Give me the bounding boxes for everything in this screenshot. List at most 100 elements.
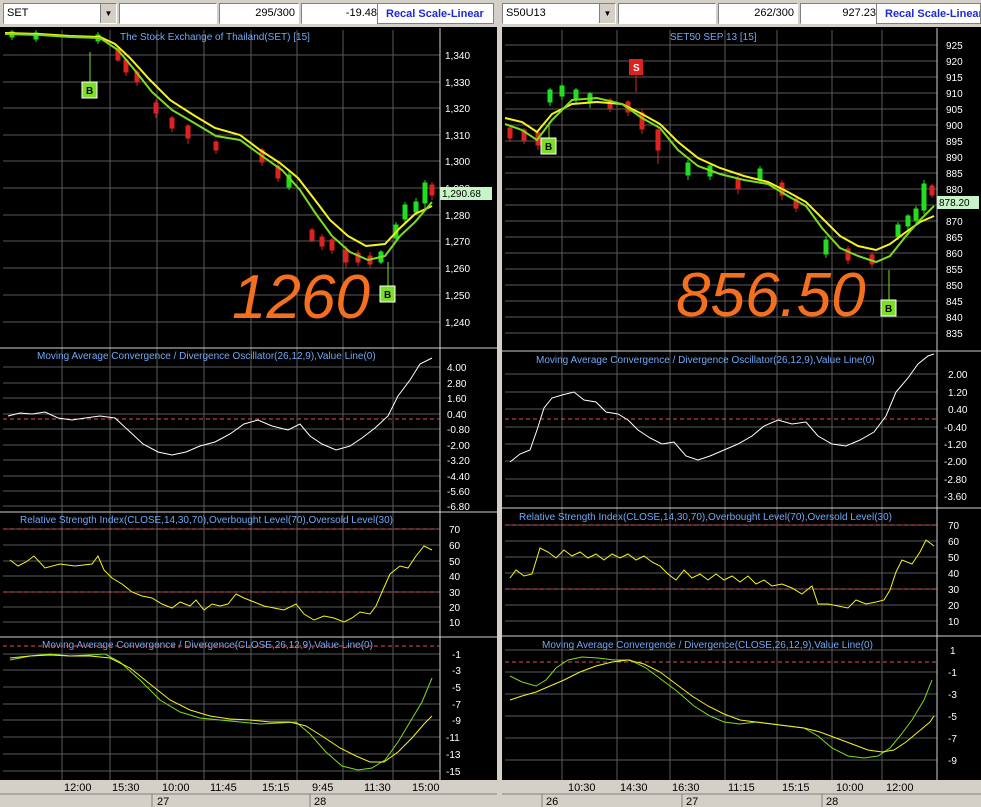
buy-marker-label: B [545, 142, 552, 153]
slow-ma-line [4, 32, 433, 248]
svg-text:-1: -1 [452, 650, 461, 661]
svg-text:-3: -3 [452, 666, 461, 677]
svg-text:14:30: 14:30 [620, 782, 648, 794]
macd-oscillator-y-axis: 2.00 1.20 0.40 -0.40 -1.20 -2.00 -2.80 -… [944, 370, 968, 503]
svg-text:28: 28 [314, 796, 326, 807]
grid-lines [3, 30, 440, 780]
svg-text:40: 40 [948, 569, 960, 580]
sell-marker[interactable]: S [629, 59, 643, 92]
svg-text:-3: -3 [948, 690, 957, 701]
svg-text:-15: -15 [446, 767, 461, 778]
svg-text:50: 50 [948, 553, 960, 564]
svg-text:855: 855 [946, 265, 963, 276]
svg-text:880: 880 [946, 185, 963, 196]
svg-text:1.20: 1.20 [948, 388, 968, 399]
svg-text:12:00: 12:00 [886, 782, 914, 794]
macd-oscillator-title: Moving Average Convergence / Divergence … [37, 351, 376, 362]
svg-text:-2.00: -2.00 [447, 441, 470, 452]
svg-text:1,240: 1,240 [445, 318, 470, 329]
svg-text:0.40: 0.40 [948, 405, 968, 416]
svg-text:2.80: 2.80 [447, 379, 467, 390]
svg-text:27: 27 [686, 796, 698, 807]
svg-text:-9: -9 [948, 756, 957, 767]
svg-text:0.40: 0.40 [447, 410, 467, 421]
svg-text:50: 50 [449, 557, 461, 568]
macd-oscillator-title: Moving Average Convergence / Divergence … [536, 355, 875, 366]
svg-text:4.00: 4.00 [447, 363, 467, 374]
svg-text:890: 890 [946, 153, 963, 164]
buy-marker-label: B [885, 304, 892, 315]
svg-text:-2.00: -2.00 [944, 457, 967, 468]
svg-text:865: 865 [946, 233, 963, 244]
buy-marker[interactable]: B [540, 122, 557, 155]
svg-text:1,260: 1,260 [445, 264, 470, 275]
svg-text:1,310: 1,310 [445, 131, 470, 142]
chart-window-s50u13[interactable]: S50U13 ▼ 262/300 927.23 Recal Scale-Line… [502, 0, 981, 807]
price-panel-title: SET50 SEP 13 [15] [670, 32, 757, 43]
svg-text:915: 915 [946, 73, 963, 84]
svg-text:20: 20 [948, 601, 960, 612]
big-price-annotation: 1260 [232, 263, 370, 332]
macd-panel-title: Moving Average Convergence / Divergence(… [542, 640, 873, 651]
svg-text:20: 20 [449, 603, 461, 614]
buy-marker[interactable]: B [81, 52, 98, 99]
sell-marker-label: S [633, 63, 640, 74]
svg-text:15:15: 15:15 [262, 782, 290, 794]
svg-text:-0.40: -0.40 [944, 423, 967, 434]
last-price-value: 1,290.68 [442, 189, 481, 200]
svg-text:920: 920 [946, 57, 963, 68]
svg-text:16:30: 16:30 [672, 782, 700, 794]
svg-text:-5: -5 [948, 712, 957, 723]
svg-text:-5: -5 [452, 683, 461, 694]
svg-text:10: 10 [449, 618, 461, 629]
svg-text:10: 10 [948, 617, 960, 628]
svg-text:28: 28 [826, 796, 838, 807]
svg-text:1.60: 1.60 [447, 394, 467, 405]
svg-text:-2.80: -2.80 [944, 475, 967, 486]
svg-text:30: 30 [948, 585, 960, 596]
macd-oscillator-line [7, 357, 433, 456]
svg-text:-7: -7 [452, 700, 461, 711]
svg-text:900: 900 [946, 121, 963, 132]
macd-signal-line [9, 654, 433, 763]
svg-text:845: 845 [946, 297, 963, 308]
svg-text:1,330: 1,330 [445, 78, 470, 89]
svg-text:15:00: 15:00 [412, 782, 440, 794]
rsi-line [9, 545, 433, 623]
buy-marker[interactable]: B [880, 270, 897, 317]
buy-marker-label: B [384, 290, 391, 301]
chart-window-set[interactable]: SET ▼ 295/300 -19.48 Recal Scale-Linear … [0, 0, 497, 807]
big-price-annotation: 856.50 [676, 261, 866, 330]
rsi-y-axis: 70 60 50 40 30 20 10 [449, 525, 461, 629]
svg-text:850: 850 [946, 281, 963, 292]
svg-text:10:00: 10:00 [162, 782, 190, 794]
svg-text:-1.20: -1.20 [944, 440, 967, 451]
svg-text:1,280: 1,280 [445, 211, 470, 222]
svg-text:15:30: 15:30 [112, 782, 140, 794]
svg-text:860: 860 [946, 249, 963, 260]
svg-text:27: 27 [157, 796, 169, 807]
svg-text:1,270: 1,270 [445, 237, 470, 248]
svg-text:870: 870 [946, 217, 963, 228]
svg-text:11:15: 11:15 [728, 782, 755, 794]
rsi-panel-title: Relative Strength Index(CLOSE,14,30,70),… [519, 512, 892, 523]
price-candles [9, 30, 435, 268]
svg-text:895: 895 [946, 137, 963, 148]
svg-text:70: 70 [449, 525, 461, 536]
macd-oscillator-y-axis: 4.00 2.80 1.60 0.40 -0.80 -2.00 -3.20 -4… [447, 363, 470, 513]
macd-line [9, 653, 433, 771]
svg-text:40: 40 [449, 572, 461, 583]
svg-text:30: 30 [449, 588, 461, 599]
svg-text:10:30: 10:30 [568, 782, 596, 794]
svg-text:1,300: 1,300 [445, 157, 470, 168]
svg-text:-4.40: -4.40 [447, 472, 470, 483]
svg-text:-13: -13 [446, 750, 461, 761]
rsi-line [509, 539, 935, 609]
svg-text:910: 910 [946, 89, 963, 100]
svg-text:60: 60 [449, 541, 461, 552]
svg-text:11:30: 11:30 [364, 782, 391, 794]
svg-text:11:45: 11:45 [210, 782, 237, 794]
rsi-panel-title: Relative Strength Index(CLOSE,14,30,70),… [20, 515, 393, 526]
svg-text:885: 885 [946, 169, 963, 180]
svg-text:925: 925 [946, 41, 963, 52]
